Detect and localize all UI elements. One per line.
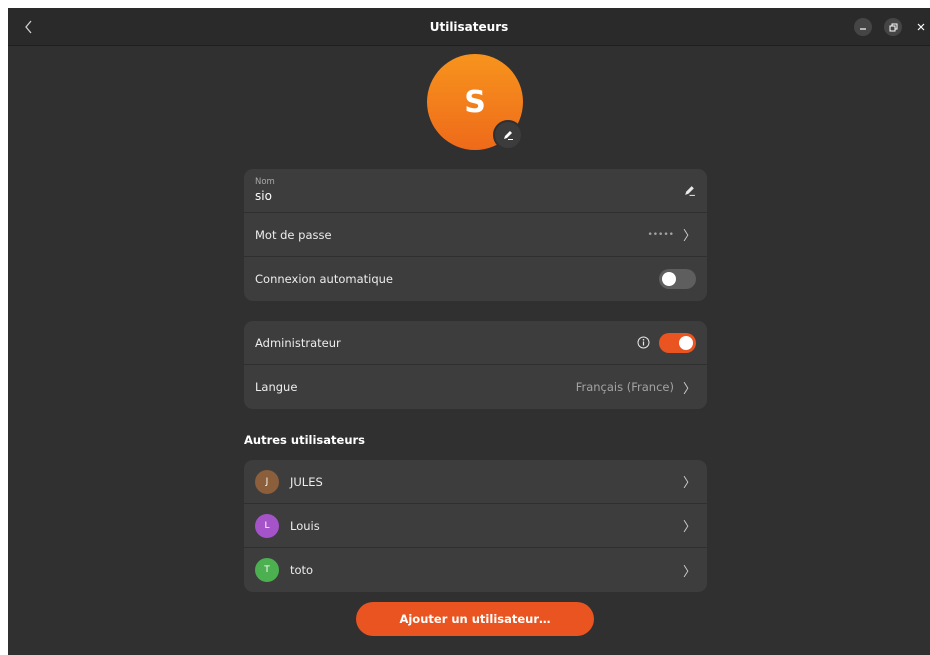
admin-switch[interactable] bbox=[659, 332, 696, 353]
name-edit bbox=[683, 169, 696, 212]
info-icon[interactable] bbox=[637, 336, 650, 349]
restore-icon bbox=[889, 23, 897, 31]
other-users-list: J JULES 〉 L Louis 〉 T toto 〉 bbox=[244, 460, 707, 592]
password-row[interactable]: Mot de passe ••••• 〉 bbox=[244, 213, 707, 257]
restore-button[interactable] bbox=[884, 18, 902, 36]
add-user-button[interactable]: Ajouter un utilisateur… bbox=[356, 602, 594, 636]
admin-row: Administrateur bbox=[244, 321, 707, 365]
name-value: sio bbox=[255, 189, 272, 203]
chevron-right-icon: 〉 bbox=[682, 564, 696, 580]
autologin-row: Connexion automatique bbox=[244, 257, 707, 301]
minimize-button[interactable] bbox=[854, 18, 872, 36]
avatar-letter: S bbox=[464, 84, 486, 120]
pencil-icon[interactable] bbox=[683, 184, 696, 197]
autologin-label: Connexion automatique bbox=[255, 272, 393, 286]
close-icon bbox=[917, 23, 925, 31]
edit-avatar-button[interactable] bbox=[493, 120, 523, 150]
autologin-switch[interactable] bbox=[659, 269, 696, 289]
settings-window: Utilisateurs S Nom sio Mot de passe ••••… bbox=[8, 8, 930, 655]
list-item-louis[interactable]: L Louis 〉 bbox=[244, 504, 707, 548]
account-card: Nom sio Mot de passe ••••• 〉 Connexion a… bbox=[244, 169, 707, 301]
avatar: J bbox=[255, 469, 279, 494]
close-button[interactable] bbox=[912, 18, 930, 36]
header-bar: Utilisateurs bbox=[8, 8, 930, 46]
user-name: Louis bbox=[290, 518, 320, 533]
list-item-jules[interactable]: J JULES 〉 bbox=[244, 460, 707, 504]
password-dots: ••••• bbox=[647, 229, 674, 240]
chevron-right-icon: 〉 bbox=[682, 476, 696, 491]
list-item-toto[interactable]: T toto 〉 bbox=[244, 548, 707, 592]
pencil-icon bbox=[504, 131, 513, 140]
avatar: L bbox=[255, 513, 279, 538]
password-label: Mot de passe bbox=[255, 227, 332, 242]
language-row[interactable]: Langue Français (France) 〉 bbox=[244, 365, 707, 409]
language-value: Français (France) bbox=[575, 380, 674, 394]
admin-label: Administrateur bbox=[255, 335, 341, 350]
user-name: toto bbox=[290, 563, 314, 577]
chevron-right-icon: 〉 bbox=[682, 520, 696, 535]
language-label: Langue bbox=[255, 380, 298, 394]
user-name: JULES bbox=[290, 474, 323, 489]
minimize-icon bbox=[860, 28, 866, 30]
avatar: T bbox=[255, 558, 279, 582]
settings-card: Administrateur Langue Français (France) … bbox=[244, 321, 707, 409]
chevron-right-icon: 〉 bbox=[682, 381, 696, 397]
window-title: Utilisateurs bbox=[429, 20, 509, 34]
name-row[interactable]: Nom sio bbox=[244, 169, 707, 213]
name-caption: Nom bbox=[255, 177, 275, 187]
other-users-title: Autres utilisateurs bbox=[244, 433, 366, 447]
chevron-right-icon: 〉 bbox=[682, 229, 696, 244]
